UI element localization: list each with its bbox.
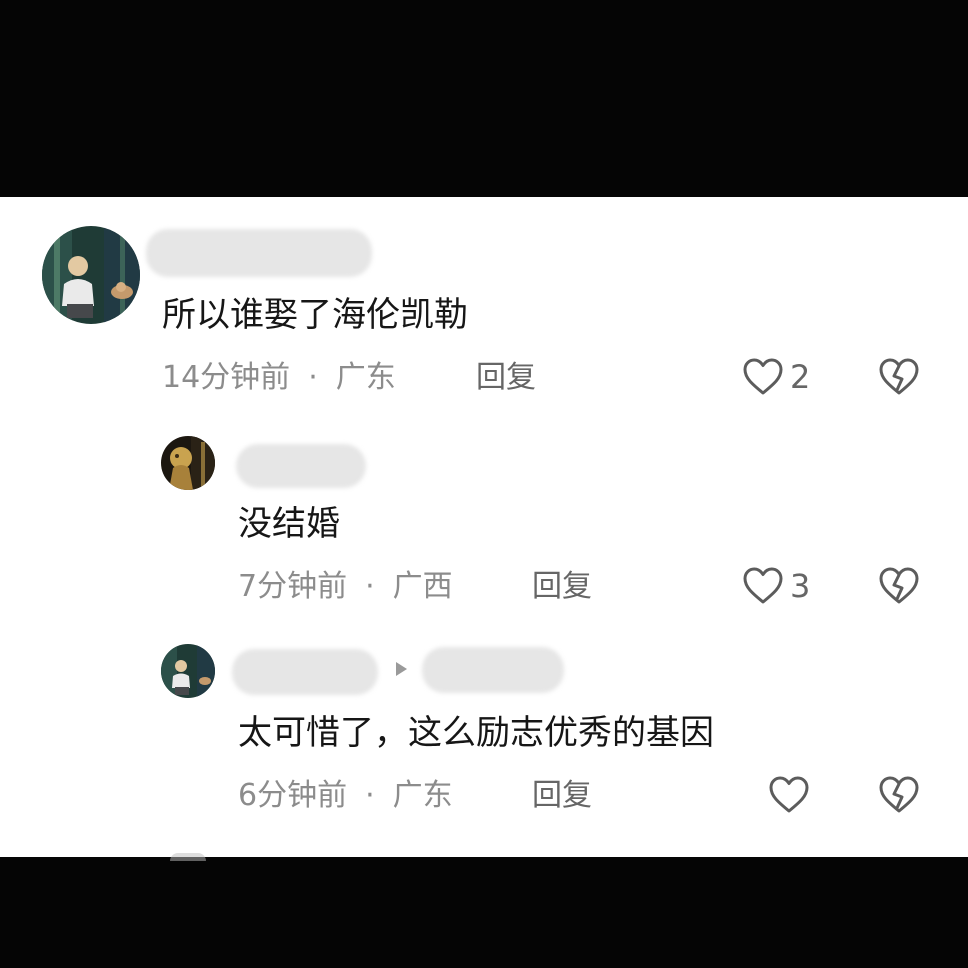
broken-heart-icon (879, 776, 919, 813)
comment-text: 太可惜了，这么励志优秀的基因 (238, 713, 714, 753)
reply-button[interactable]: 回复 (532, 778, 592, 814)
heart-outline-icon (769, 776, 809, 813)
heart-outline-icon (743, 358, 783, 395)
like-button[interactable]: 2 (742, 357, 810, 397)
meta-separator: · (365, 778, 375, 813)
comment-meta: 14分钟前 · 广东 (162, 360, 396, 396)
username-blurred[interactable] (146, 229, 372, 277)
username-blurred[interactable] (232, 649, 378, 695)
like-button[interactable] (768, 775, 816, 815)
comment-time: 14分钟前 (162, 360, 291, 395)
comment-time: 7分钟前 (238, 569, 348, 604)
comment-location: 广东 (335, 360, 396, 395)
avatar[interactable] (161, 644, 215, 698)
like-button[interactable]: 3 (742, 566, 810, 606)
dislike-button[interactable] (878, 357, 920, 397)
next-avatar-edge (170, 853, 206, 861)
like-count: 3 (790, 567, 811, 605)
username-blurred[interactable] (236, 444, 366, 488)
dislike-button[interactable] (878, 566, 920, 606)
heart-outline-icon (743, 567, 783, 604)
avatar[interactable] (42, 226, 140, 324)
comment-meta: 6分钟前 · 广东 (238, 778, 453, 814)
comment-location: 广东 (392, 778, 453, 813)
broken-heart-icon (879, 358, 919, 395)
comment-text: 没结婚 (238, 504, 340, 544)
meta-separator: · (308, 360, 318, 395)
comment-text: 所以谁娶了海伦凯勒 (162, 295, 468, 335)
comment-panel: 所以谁娶了海伦凯勒 14分钟前 · 广东 回复 2 没结婚 7分钟前 · 广西 … (0, 197, 968, 857)
meta-separator: · (365, 569, 375, 604)
broken-heart-icon (879, 567, 919, 604)
reply-button[interactable]: 回复 (476, 360, 536, 396)
dislike-button[interactable] (878, 775, 920, 815)
comment-meta: 7分钟前 · 广西 (238, 569, 453, 605)
reply-button[interactable]: 回复 (532, 569, 592, 605)
comment-time: 6分钟前 (238, 778, 348, 813)
reply-to-username-blurred[interactable] (422, 647, 564, 693)
triangle-right-icon (396, 662, 407, 676)
like-count: 2 (790, 358, 811, 396)
comment-location: 广西 (392, 569, 453, 604)
avatar[interactable] (161, 436, 215, 490)
